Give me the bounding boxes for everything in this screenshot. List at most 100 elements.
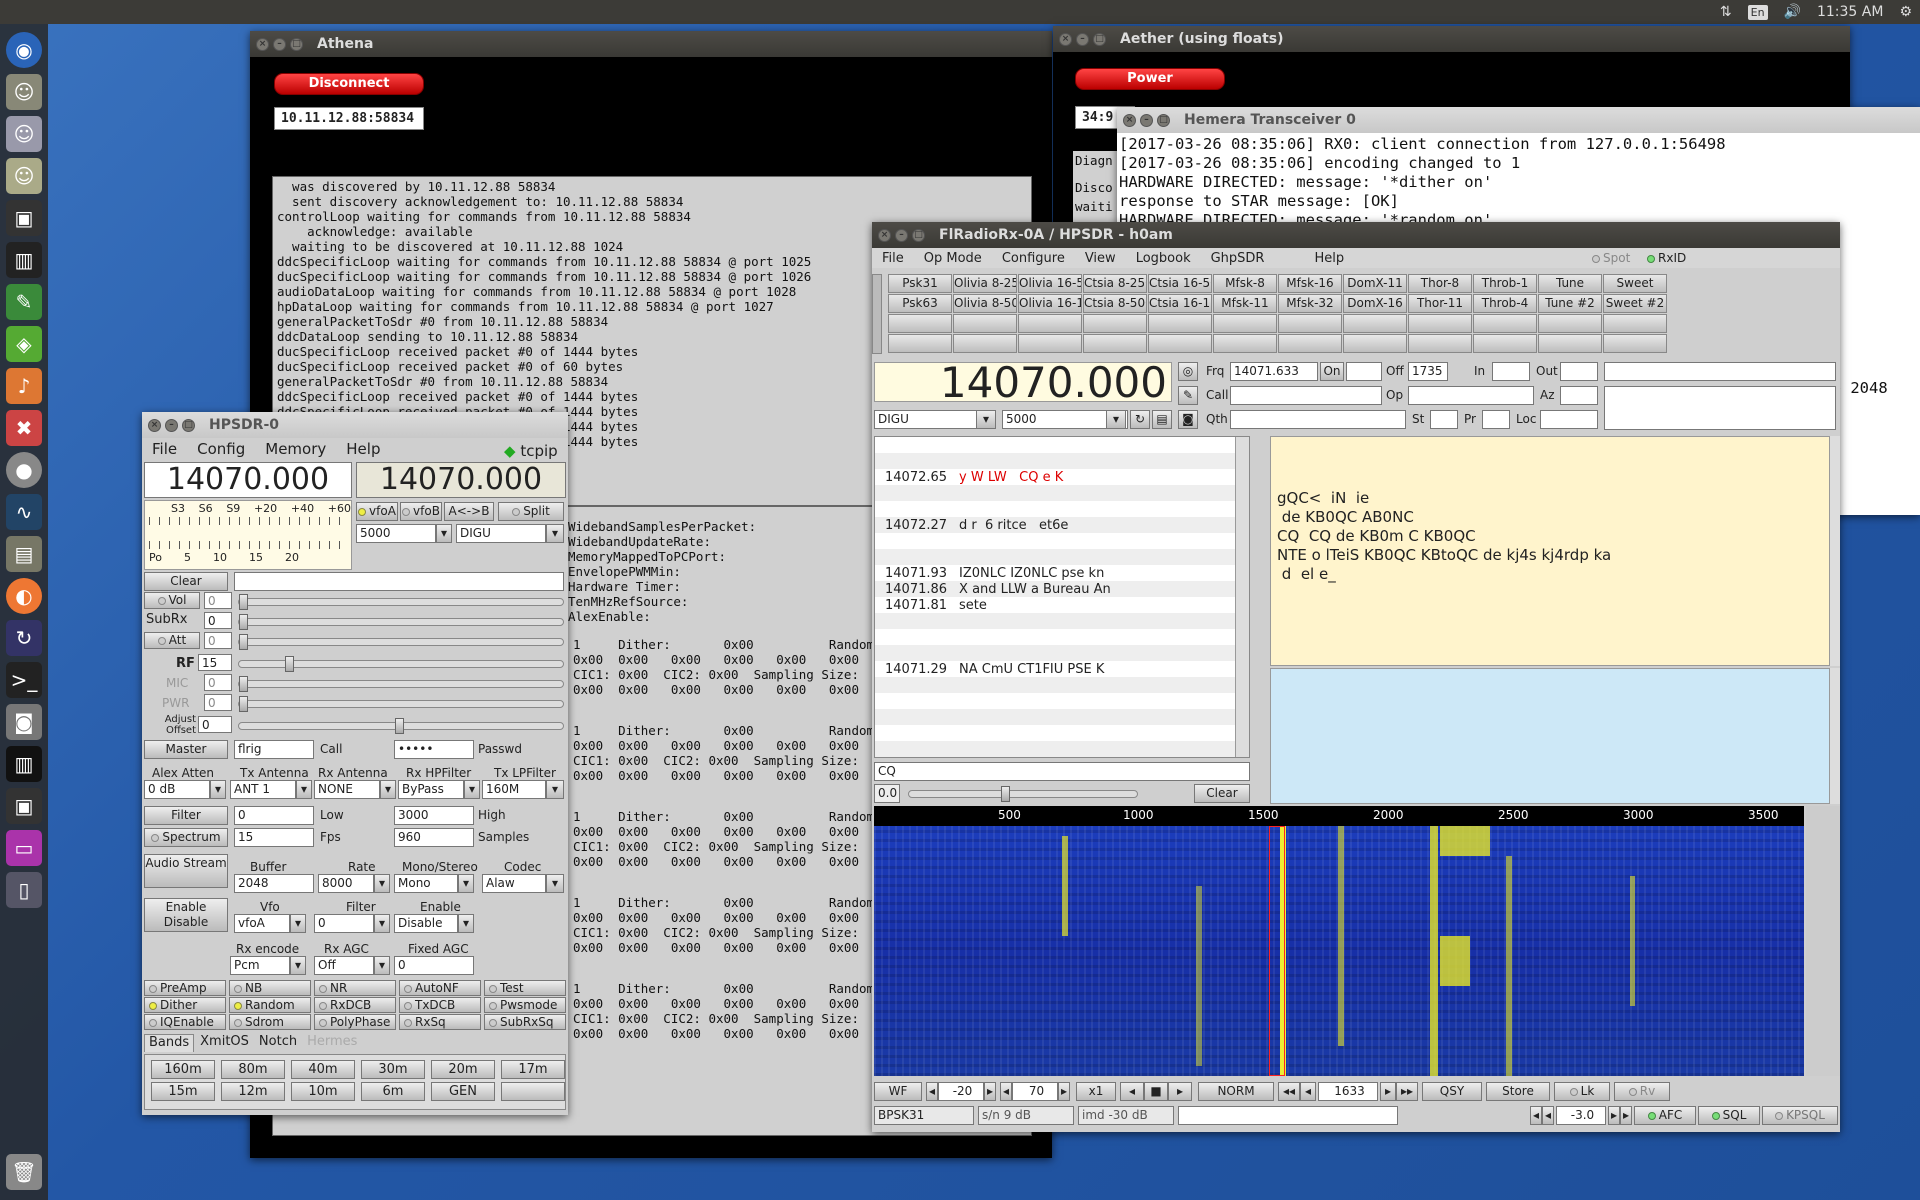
notes-field[interactable] <box>1604 362 1836 381</box>
right-icon[interactable]: ▸ <box>1380 1082 1396 1101</box>
mode-button-empty[interactable] <box>1148 334 1212 353</box>
mode-button-empty[interactable] <box>888 334 952 353</box>
mode-button-empty[interactable] <box>1408 334 1472 353</box>
out-field[interactable] <box>1560 362 1598 381</box>
enable-disable-button[interactable]: Enable Disable <box>144 898 228 932</box>
tab-notch[interactable]: Notch <box>255 1034 301 1052</box>
trash-icon[interactable]: 🗑 <box>6 1154 42 1190</box>
band-button[interactable]: 17m <box>501 1060 565 1079</box>
mode-button-empty[interactable] <box>1278 314 1342 333</box>
menu-ghpsdr[interactable]: GhpSDR <box>1201 251 1275 266</box>
waterfall[interactable] <box>874 826 1804 1076</box>
mode-button[interactable]: Sweet #2 <box>1603 294 1667 313</box>
left-icon[interactable]: ◂ <box>1542 1106 1554 1125</box>
mode-button[interactable]: Thor-8 <box>1408 274 1472 293</box>
chevron-down-icon[interactable]: ▾ <box>464 780 480 799</box>
option-checkbox[interactable]: RxSq <box>399 1014 481 1030</box>
chevron-down-icon[interactable]: ▾ <box>436 524 452 543</box>
enable-select[interactable]: Disable <box>394 914 458 933</box>
mode-button-empty[interactable] <box>1603 334 1667 353</box>
clear-button[interactable]: Clear <box>1194 784 1250 803</box>
option-checkbox[interactable]: Test <box>484 980 566 996</box>
pr-field[interactable] <box>1482 410 1510 429</box>
app-icon[interactable]: ☺ <box>6 158 42 194</box>
mode-button[interactable]: Olivia 16-1K <box>1018 294 1082 313</box>
store-button[interactable]: Store <box>1486 1082 1550 1101</box>
close-icon[interactable]: × <box>1059 32 1072 46</box>
on-field[interactable] <box>1346 362 1382 381</box>
buffer-field[interactable]: 2048 <box>234 874 314 893</box>
option-checkbox[interactable]: NR <box>314 980 396 996</box>
mode-button-empty[interactable] <box>1473 314 1537 333</box>
audio-stream-button[interactable]: Audio Stream <box>144 854 228 888</box>
stop-icon[interactable]: ■ <box>1144 1082 1168 1101</box>
app-icon[interactable]: ☺ <box>6 116 42 152</box>
reverse-toggle[interactable]: Rv <box>1614 1082 1670 1101</box>
spectrum-toggle[interactable]: Spectrum <box>144 828 228 847</box>
mode-select[interactable]: DIGU <box>456 524 546 543</box>
chevron-down-icon[interactable]: ▾ <box>1106 410 1126 429</box>
mode-button[interactable]: Mfsk-32 <box>1278 294 1342 313</box>
norm-button[interactable]: NORM <box>1198 1082 1274 1101</box>
fps-field[interactable]: 15 <box>234 828 314 847</box>
settings-icon[interactable]: ✖ <box>6 410 42 446</box>
rx-scrollbar[interactable] <box>1830 436 1840 666</box>
mode-button-empty[interactable] <box>1343 334 1407 353</box>
chevron-down-icon[interactable]: ▾ <box>374 914 390 933</box>
chevron-down-icon[interactable]: ▾ <box>458 874 474 893</box>
monitor-icon[interactable]: ∿ <box>6 494 42 530</box>
option-checkbox[interactable]: IQEnable <box>144 1014 226 1030</box>
spot-toggle[interactable]: Spot <box>1592 251 1630 265</box>
mode-button[interactable]: Thor-11 <box>1408 294 1472 313</box>
files-icon[interactable]: ▤ <box>6 536 42 572</box>
clock[interactable]: 11:35 AM <box>1817 4 1883 20</box>
mode-button-empty[interactable] <box>953 314 1017 333</box>
mic-value[interactable]: 0 <box>204 674 232 691</box>
option-checkbox[interactable]: AutoNF <box>399 980 481 996</box>
option-checkbox[interactable]: PolyPhase <box>314 1014 396 1030</box>
band-button[interactable]: 160m <box>151 1060 215 1079</box>
mode-button[interactable]: DomX-11 <box>1343 274 1407 293</box>
qth-field[interactable] <box>1230 410 1406 429</box>
rx-hpfilter-select[interactable]: ByPass <box>398 780 464 799</box>
chevron-down-icon[interactable]: ▾ <box>290 956 306 975</box>
menu-help[interactable]: Help <box>1304 251 1354 266</box>
close-icon[interactable]: × <box>878 228 891 242</box>
kpsql-toggle[interactable]: KPSQL <box>1762 1106 1838 1125</box>
app-icon[interactable]: ▯ <box>6 872 42 908</box>
close-icon[interactable]: × <box>148 418 161 432</box>
menu-help[interactable]: Help <box>336 440 390 458</box>
split-toggle[interactable]: Split <box>498 502 564 521</box>
app-icon[interactable]: ♪ <box>6 368 42 404</box>
menu-memory[interactable]: Memory <box>255 440 336 458</box>
rate-select[interactable]: 8000 <box>318 874 374 893</box>
frq-field[interactable]: 14071.633 <box>1230 362 1318 381</box>
chevron-down-icon[interactable]: ▾ <box>380 780 396 799</box>
mode-button-empty[interactable] <box>1538 334 1602 353</box>
network-icon[interactable]: ⇅ <box>1720 4 1732 20</box>
range-down-button[interactable]: ◂ <box>1000 1082 1012 1101</box>
browser-line[interactable]: 14071.29 NA CmU CT1FIU PSE K <box>885 662 1104 677</box>
off-field[interactable]: 1735 <box>1408 362 1448 381</box>
wf-button[interactable]: WF <box>874 1082 922 1101</box>
mode-button-empty[interactable] <box>1018 314 1082 333</box>
st-field[interactable] <box>1430 410 1458 429</box>
master-field[interactable]: flrig <box>234 740 314 759</box>
mode-button-empty[interactable] <box>1148 314 1212 333</box>
band-button[interactable]: 12m <box>221 1082 285 1101</box>
app-icon[interactable]: ▭ <box>6 830 42 866</box>
option-checkbox[interactable]: Sdrom <box>229 1014 311 1030</box>
menu-file[interactable]: File <box>142 440 187 458</box>
mode-button[interactable]: Throb-1 <box>1473 274 1537 293</box>
mode-button[interactable]: Throb-4 <box>1473 294 1537 313</box>
vol-value[interactable]: 0 <box>204 592 232 609</box>
fast-forward-icon[interactable]: ▸ <box>1620 1106 1632 1125</box>
frequency-display[interactable]: 14070.000 <box>874 362 1172 404</box>
passwd-field[interactable]: ••••• <box>394 740 474 759</box>
squelch-slider[interactable] <box>908 786 1138 802</box>
notes-area[interactable] <box>1604 386 1836 430</box>
option-checkbox[interactable]: NB <box>229 980 311 996</box>
log-icon[interactable]: ▤ <box>1152 410 1172 429</box>
radio-icon[interactable]: ▥ <box>6 746 42 782</box>
mono-stereo-select[interactable]: Mono <box>394 874 458 893</box>
